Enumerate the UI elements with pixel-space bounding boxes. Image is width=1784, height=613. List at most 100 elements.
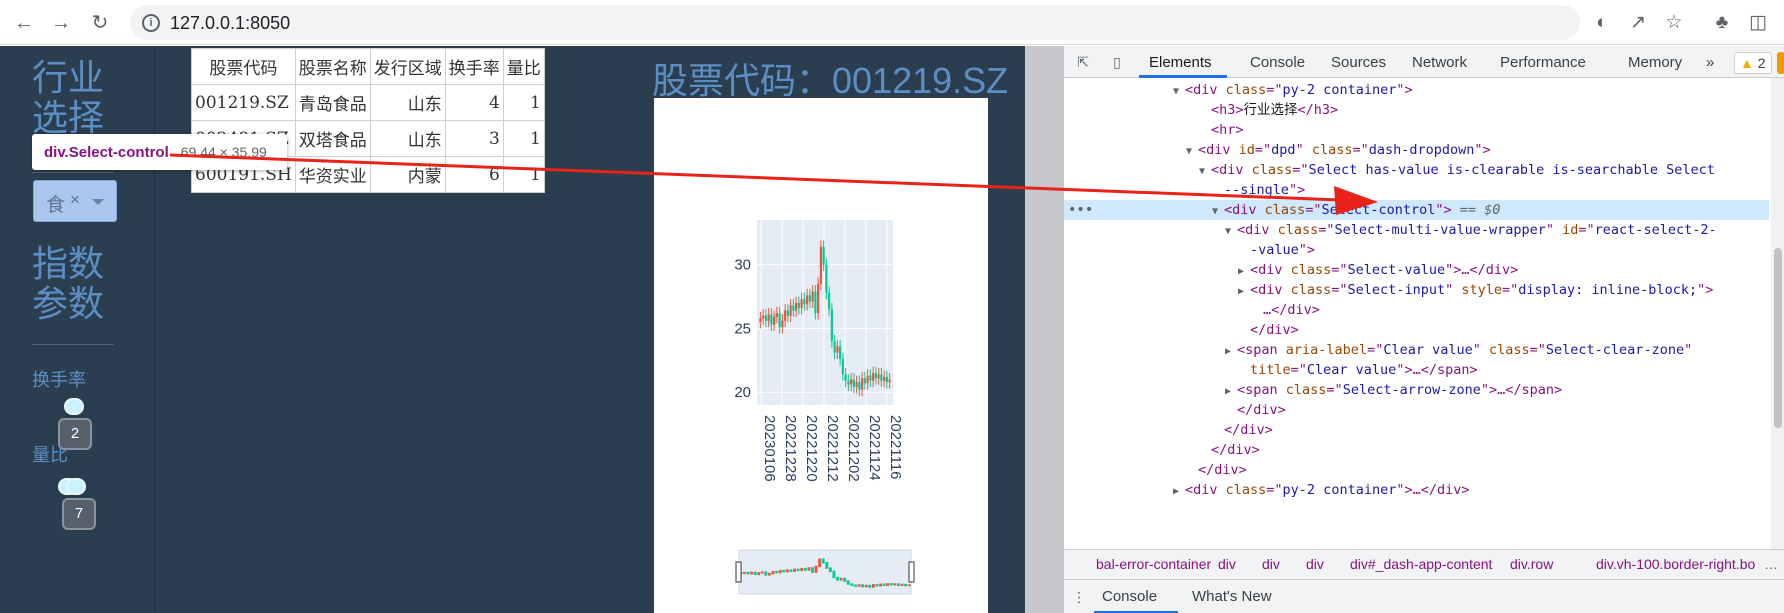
node-actions-icon[interactable]: ••• (1068, 200, 1093, 220)
dom-token: react-select-2- (1594, 222, 1717, 238)
industry-dropdown[interactable]: 食 × (33, 180, 117, 222)
header-cell[interactable]: 量比 (502, 48, 545, 85)
forward-icon[interactable]: → (47, 9, 75, 37)
dom-token: "> (1435, 202, 1452, 218)
range-candle (789, 569, 793, 572)
address-bar[interactable]: i 127.0.0.1:8050 (130, 5, 1580, 40)
dom-tree[interactable]: ▼ <div class="py-2 container"> <h3>行业选择</h… (1064, 78, 1769, 549)
scrollbar-thumb[interactable] (1774, 248, 1782, 428)
breadcrumb-item[interactable]: bal-error-container (1096, 550, 1211, 578)
dom-node[interactable]: </div> (1064, 420, 1769, 440)
candle-body (844, 374, 847, 381)
device-toolbar-icon[interactable]: ▯ (1108, 53, 1126, 71)
breadcrumb-item[interactable]: div (1306, 550, 1324, 578)
dom-token: class (1225, 82, 1267, 98)
dom-node-selected[interactable]: ▼ <div class="Select-control"> == $0 ••• (1064, 200, 1769, 220)
tab-network[interactable]: Network (1412, 54, 1467, 71)
breadcrumb-item[interactable]: div (1262, 550, 1280, 578)
expand-toggle-icon[interactable]: ▼ (1212, 202, 1224, 222)
dom-node[interactable]: -value"> (1064, 240, 1769, 260)
dom-node[interactable]: </div> (1064, 400, 1769, 420)
candlestick-chart[interactable]: 30 25 20 20230106 20221228 20221220 20221212 20… (654, 98, 988, 613)
expand-toggle-icon[interactable]: ▼ (1173, 82, 1185, 102)
dom-node[interactable]: --single"> (1064, 180, 1769, 200)
dom-token: =" (1367, 342, 1384, 358)
volume-ratio-slider-handle[interactable] (66, 478, 86, 495)
table-row[interactable]: 001219.SZ 青岛食品 山东 4 1 (191, 84, 545, 121)
candle-body (830, 309, 833, 342)
dom-token: dpd (1271, 142, 1296, 158)
tab-sources[interactable]: Sources (1331, 54, 1386, 71)
expand-toggle-icon[interactable]: ▼ (1199, 162, 1211, 182)
dom-node[interactable]: </div> (1064, 320, 1769, 340)
devtools-panel: ⇱ ▯ Elements Console Sources Network Per… (1025, 46, 1784, 613)
more-tabs-button[interactable]: » (1706, 54, 1714, 71)
dom-node[interactable]: ▼ <div id="dpd" class="dash-dropdown"> (1064, 140, 1769, 160)
candle-body (850, 379, 853, 385)
warnings-badge[interactable]: ▲ 2 (1734, 52, 1772, 74)
dom-node[interactable]: title="Clear value">…</span> (1064, 360, 1769, 380)
dom-node[interactable]: ▶ <span class="Select-arrow-zone">…</span… (1064, 380, 1769, 400)
tab-console[interactable]: Console (1250, 54, 1305, 71)
dom-node[interactable]: ▶ <div class="py-2 container">…</div> (1064, 480, 1769, 500)
expand-toggle-icon[interactable]: ▶ (1238, 262, 1250, 282)
breadcrumb-item[interactable]: div.vh-100.border-right.bo (1596, 550, 1755, 578)
breadcrumb-item[interactable]: div (1218, 550, 1236, 578)
header-cell[interactable]: 股票代码 (191, 48, 296, 85)
dom-node[interactable]: <h3>行业选择</h3> (1064, 100, 1769, 120)
dom-scrollbar[interactable] (1771, 78, 1784, 549)
drawer-tab-whats-new[interactable]: What's New (1192, 588, 1272, 605)
range-candle (843, 577, 847, 582)
dom-node[interactable]: ▶ <span aria-label="Clear value" class="S… (1064, 340, 1769, 360)
expand-toggle-icon[interactable]: ▼ (1186, 142, 1198, 162)
drawer-tab-console[interactable]: Console (1102, 588, 1157, 605)
candle-body (800, 299, 803, 309)
breadcrumb-more[interactable]: … (1764, 550, 1778, 578)
share-icon[interactable]: ↗ (1626, 11, 1650, 35)
bookmark-star-icon[interactable]: ☆ (1662, 11, 1686, 35)
dom-node[interactable]: …</div> (1064, 300, 1769, 320)
candle-body (808, 295, 811, 302)
side-panel-icon[interactable]: ◫ (1746, 11, 1770, 35)
issues-badge[interactable] (1777, 52, 1784, 74)
translate-icon[interactable]: ◐ (1590, 11, 1614, 35)
header-cell[interactable]: 股票名称 (294, 48, 371, 85)
candle-body (786, 310, 789, 316)
inspect-element-icon[interactable]: ⇱ (1074, 53, 1092, 71)
dom-node[interactable]: ▶ <div class="Select-value">…</div> (1064, 260, 1769, 280)
chevron-down-icon[interactable] (92, 199, 104, 205)
table-cell: 3 (444, 120, 504, 157)
dom-node[interactable]: ▼ <div class="Select-multi-value-wrapper"… (1064, 220, 1769, 240)
tab-performance[interactable]: Performance (1500, 54, 1586, 71)
drawer-menu-icon[interactable]: ⋮ (1070, 588, 1088, 606)
candle-body (858, 382, 861, 390)
range-handle-left (735, 561, 742, 583)
expand-toggle-icon[interactable]: ▶ (1225, 382, 1237, 402)
range-candle (753, 571, 757, 576)
expand-toggle-icon[interactable]: ▶ (1173, 482, 1185, 502)
tab-elements[interactable]: Elements (1149, 54, 1212, 71)
dom-node[interactable]: </div> (1064, 460, 1769, 480)
dom-node[interactable]: ▼ <div class="Select has-value is-clearab… (1064, 160, 1769, 180)
dom-token: class (1311, 142, 1353, 158)
header-cell[interactable]: 发行区域 (369, 48, 446, 85)
dom-token: =" (1529, 342, 1546, 358)
expand-toggle-icon[interactable]: ▼ (1225, 222, 1237, 242)
dom-node[interactable]: ▼ <div class="py-2 container"> (1064, 80, 1769, 100)
breadcrumb-item[interactable]: div#_dash-app-content (1350, 550, 1492, 578)
clear-icon[interactable]: × (70, 190, 80, 210)
site-info-icon[interactable]: i (142, 14, 160, 32)
expand-toggle-icon[interactable]: ▶ (1238, 282, 1250, 302)
reload-icon[interactable]: ↻ (86, 9, 114, 37)
dom-node[interactable]: <hr> (1064, 120, 1769, 140)
extensions-icon[interactable]: ♣ (1710, 11, 1734, 35)
back-icon[interactable]: ← (10, 9, 38, 37)
candle-body (877, 374, 880, 379)
turnover-slider-handle[interactable] (64, 398, 84, 415)
dom-node[interactable]: ▶ <div class="Select-input" style="displa… (1064, 280, 1769, 300)
header-cell[interactable]: 换手率 (444, 48, 504, 85)
expand-toggle-icon[interactable]: ▶ (1225, 342, 1237, 362)
breadcrumb-item[interactable]: div.row (1510, 550, 1553, 578)
dom-node[interactable]: </div> (1064, 440, 1769, 460)
tab-memory[interactable]: Memory (1628, 54, 1682, 71)
